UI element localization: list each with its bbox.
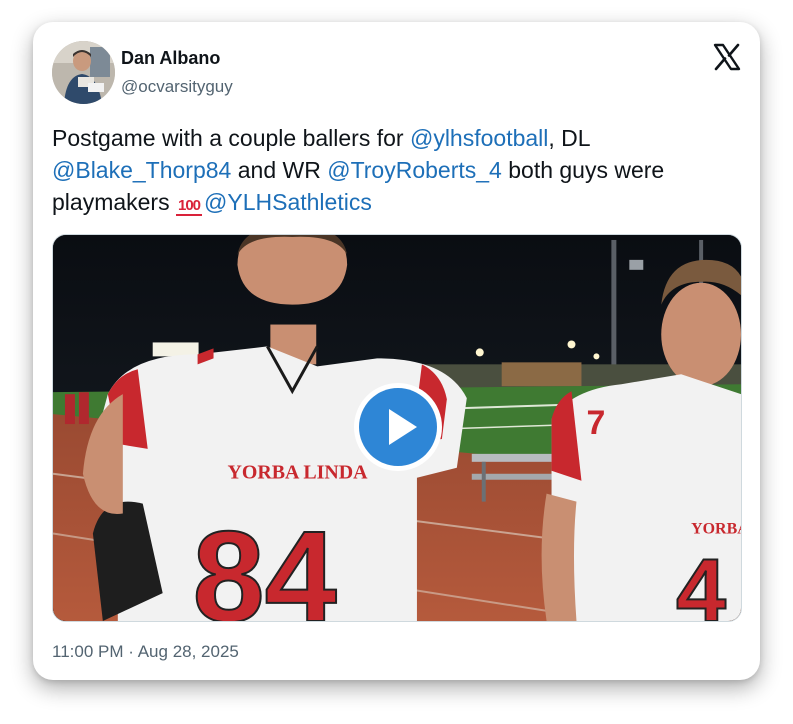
jersey-left-text: YORBA LINDA [227,462,368,484]
tweet-text: Postgame with a couple ballers for @ylhs… [52,122,752,222]
timestamp-date: Aug 28, 2025 [137,642,239,661]
timestamp-separator: · [128,642,134,661]
jersey-right-number: 4 [676,540,726,621]
x-logo-icon[interactable] [712,42,742,72]
tweet-text-segment: and WR [231,157,328,183]
video-player[interactable]: YORBA LINDA 84 7 YORBA 4 [52,234,742,622]
jersey-left-number: 84 [193,505,337,621]
tweet-card: Dan Albano @ocvarsityguy Postgame with a… [33,22,760,680]
jersey-right-shoulder-number: 7 [586,404,605,442]
play-button[interactable] [354,383,442,471]
author-handle[interactable]: @ocvarsityguy [121,77,233,97]
mention-link[interactable]: @YLHSathletics [204,189,372,215]
mention-link[interactable]: @ylhsfootball [410,125,548,151]
mention-link[interactable]: @Blake_Thorp84 [52,157,231,183]
author-name[interactable]: Dan Albano [121,48,220,69]
mention-link[interactable]: @TroyRoberts_4 [327,157,502,183]
hundred-points-emoji: 100 [175,197,203,216]
play-icon [389,409,417,445]
tweet-timestamp[interactable]: 11:00 PM · Aug 28, 2025 [52,642,239,662]
tweet-text-segment: , DL [548,125,591,151]
avatar[interactable] [52,41,115,104]
tweet-text-segment: Postgame with a couple ballers for [52,125,410,151]
timestamp-time: 11:00 PM [52,642,124,661]
jersey-right-text: YORBA [691,520,741,537]
